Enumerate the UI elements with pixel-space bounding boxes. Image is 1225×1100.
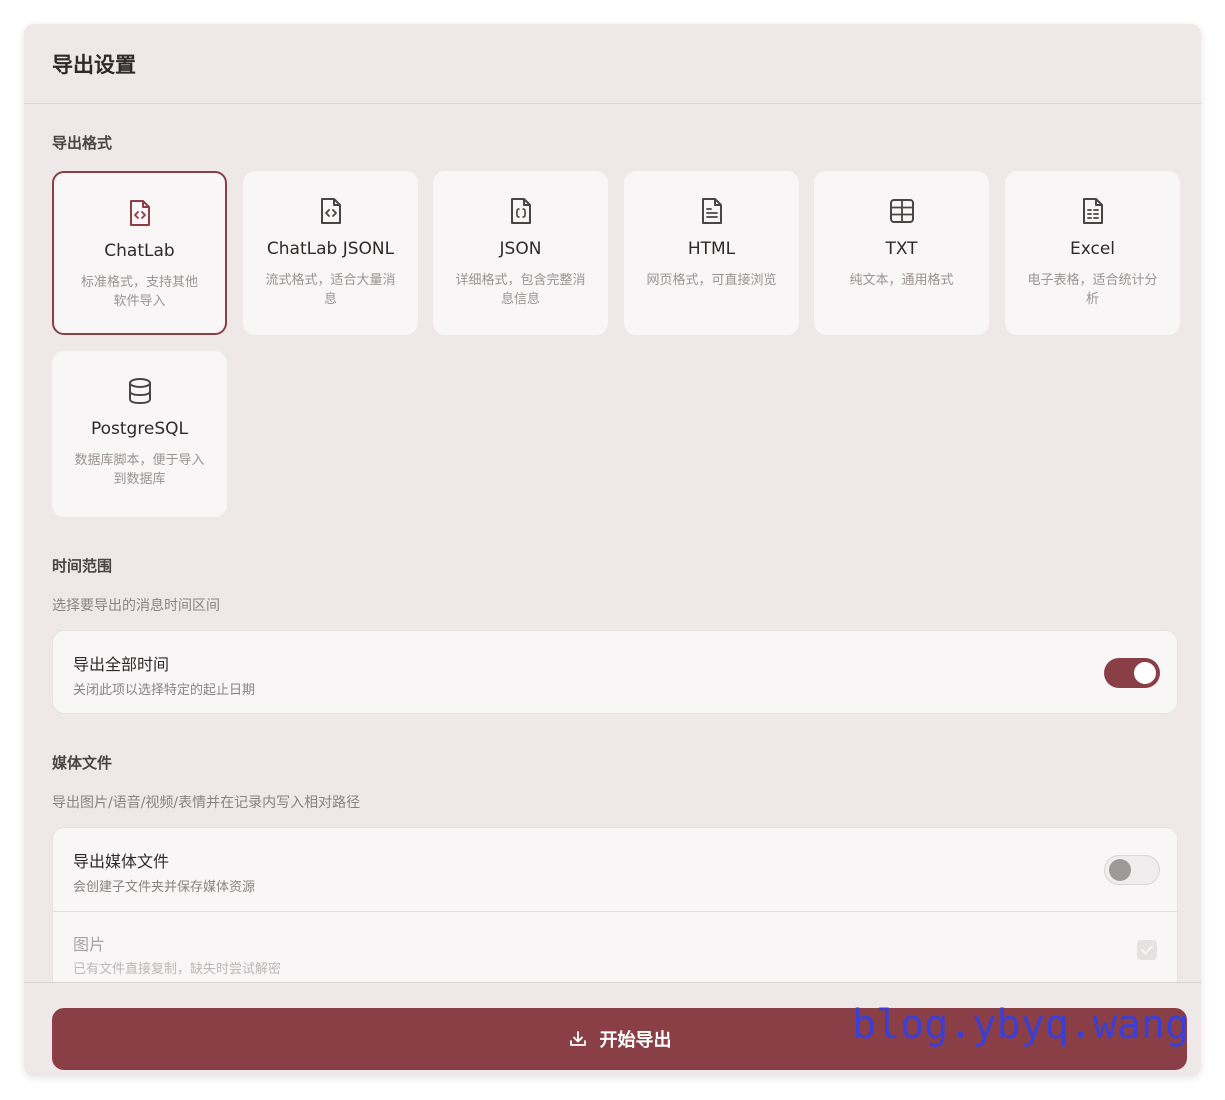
image-option-title: 图片: [73, 935, 106, 954]
format-name: JSON: [499, 239, 542, 259]
format-desc: 详细格式，包含完整消息信息: [455, 273, 586, 307]
format-desc: 电子表格，适合统计分析: [1027, 273, 1158, 307]
format-card-html[interactable]: HTML 网页格式，可直接浏览: [624, 171, 799, 335]
time-section-label: 时间范围: [52, 557, 113, 575]
database-icon: [128, 378, 151, 405]
format-name: ChatLab: [104, 241, 175, 261]
format-name: ChatLab JSONL: [266, 239, 395, 259]
panel-header: 导出设置: [24, 24, 1201, 104]
export-all-time-title: 导出全部时间: [73, 655, 170, 674]
toggle-knob: [1134, 662, 1156, 684]
format-name: PostgreSQL: [90, 419, 189, 439]
format-section-label: 导出格式: [52, 134, 113, 152]
divider: [53, 911, 1177, 912]
export-media-sub: 会创建子文件夹并保存媒体资源: [73, 880, 256, 895]
format-desc: 网页格式，可直接浏览: [646, 273, 777, 288]
format-name: Excel: [1069, 239, 1116, 259]
export-all-time-toggle[interactable]: [1104, 658, 1160, 688]
file-code-icon: [129, 200, 150, 226]
toggle-knob: [1109, 859, 1131, 881]
download-icon: [569, 1031, 586, 1046]
format-card-chatlab[interactable]: ChatLab 标准格式，支持其他软件导入: [52, 171, 227, 335]
file-spreadsheet-icon: [1082, 198, 1103, 224]
export-media-toggle[interactable]: [1104, 855, 1160, 885]
format-desc: 数据库脚本，便于导入到数据库: [74, 453, 205, 487]
format-card-txt[interactable]: TXT 纯文本，通用格式: [814, 171, 989, 335]
export-media-title: 导出媒体文件: [73, 852, 170, 871]
file-code-icon: [320, 198, 341, 224]
file-json-icon: [510, 198, 531, 224]
media-section-desc: 导出图片/语音/视频/表情并在记录内写入相对路径: [52, 795, 361, 811]
format-desc: 流式格式，适合大量消息: [265, 273, 396, 307]
format-desc: 标准格式，支持其他软件导入: [80, 275, 198, 309]
start-export-label: 开始导出: [599, 1030, 672, 1051]
time-section-desc: 选择要导出的消息时间区间: [52, 598, 220, 614]
export-settings-panel: 导出设置 导出格式 ChatLab 标准格式，支持其他软件导入 ChatLab …: [24, 24, 1201, 1076]
format-card-postgresql[interactable]: PostgreSQL 数据库脚本，便于导入到数据库: [52, 351, 227, 517]
format-card-json[interactable]: JSON 详细格式，包含完整消息信息: [433, 171, 608, 335]
time-range-box: 导出全部时间 关闭此项以选择特定的起止日期: [52, 630, 1178, 714]
format-name: TXT: [885, 239, 918, 259]
media-section-label: 媒体文件: [52, 754, 113, 772]
format-desc: 纯文本，通用格式: [849, 273, 954, 288]
image-checkbox[interactable]: [1137, 940, 1157, 960]
watermark-text: blog.ybyq.wang: [852, 1002, 1190, 1048]
image-option-sub: 已有文件直接复制，缺失时尝试解密: [73, 962, 282, 977]
check-icon: [1141, 945, 1153, 955]
format-name: HTML: [687, 239, 736, 259]
export-all-time-sub: 关闭此项以选择特定的起止日期: [73, 683, 256, 698]
table-icon: [889, 199, 914, 223]
format-card-excel[interactable]: Excel 电子表格，适合统计分析: [1005, 171, 1180, 335]
file-text-icon: [701, 198, 722, 224]
format-card-chatlab-jsonl[interactable]: ChatLab JSONL 流式格式，适合大量消息: [243, 171, 418, 335]
panel-title: 导出设置: [52, 52, 136, 77]
